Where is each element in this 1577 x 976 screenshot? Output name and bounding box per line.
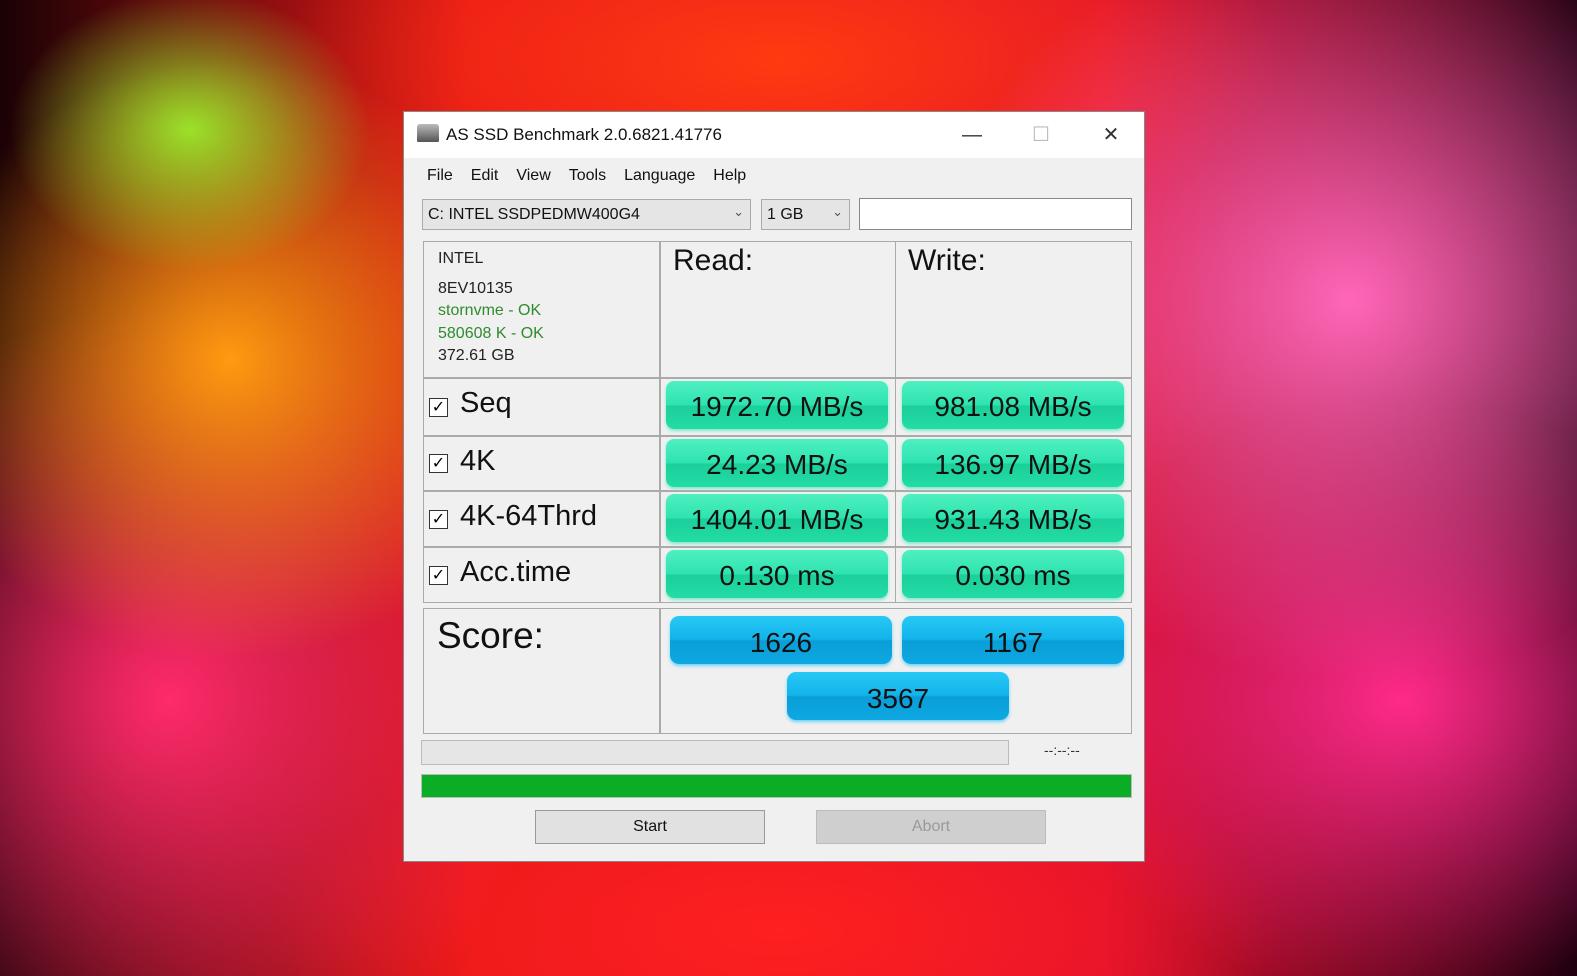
test-checkbox[interactable]: ✓ bbox=[429, 454, 448, 473]
drive-info-panel: INTEL 8EV10135 stornvme - OK 580608 K - … bbox=[423, 241, 660, 378]
chevron-down-icon: ⌄ bbox=[832, 204, 843, 219]
write-header-cell: Write: bbox=[895, 241, 1132, 378]
drive-capacity: 372.61 GB bbox=[438, 347, 515, 364]
overall-progress-fill bbox=[422, 775, 1131, 797]
test-checkbox[interactable]: ✓ bbox=[429, 565, 448, 585]
alignment-status: 580608 K - OK bbox=[438, 324, 544, 342]
menu-tools[interactable]: Tools bbox=[560, 158, 615, 193]
window-title: AS SSD Benchmark 2.0.6821.41776 bbox=[446, 125, 722, 144]
test-label: Acc.time bbox=[460, 556, 572, 588]
write-result: 931.43 MB/s bbox=[902, 494, 1124, 542]
read-score: 1626 bbox=[670, 616, 892, 664]
drive-vendor: INTEL bbox=[438, 250, 484, 267]
menu-file[interactable]: File bbox=[418, 158, 462, 193]
overall-progress-bar bbox=[421, 774, 1132, 798]
menu-view[interactable]: View bbox=[507, 158, 559, 193]
read-result: 24.23 MB/s bbox=[666, 439, 888, 487]
score-label: Score: bbox=[437, 615, 544, 656]
read-header-cell: Read: bbox=[660, 241, 896, 378]
drive-select[interactable]: C: INTEL SSDPEDMW400G4 ⌄ bbox=[422, 199, 751, 230]
close-button[interactable]: ✕ bbox=[1091, 120, 1131, 150]
write-result: 0.030 ms bbox=[902, 550, 1124, 598]
test-row-0: ✓ Seq bbox=[423, 378, 660, 436]
chevron-down-icon: ⌄ bbox=[733, 204, 744, 219]
test-label: 4K bbox=[460, 445, 496, 477]
elapsed-time: --:--:-- bbox=[1044, 742, 1080, 758]
test-checkbox[interactable]: ✓ bbox=[429, 397, 448, 417]
test-row-2: ✓ 4K-64Thrd bbox=[423, 491, 660, 547]
menu-language[interactable]: Language bbox=[615, 158, 704, 193]
write-score: 1167 bbox=[902, 616, 1124, 664]
size-select[interactable]: 1 GB ⌄ bbox=[761, 199, 850, 230]
read-result: 1972.70 MB/s bbox=[666, 381, 888, 429]
minimize-button[interactable]: — bbox=[952, 120, 992, 150]
read-header: Read: bbox=[673, 244, 754, 277]
drive-icon bbox=[417, 124, 439, 142]
write-result: 981.08 MB/s bbox=[902, 381, 1124, 429]
score-label-cell: Score: bbox=[423, 608, 660, 734]
size-select-value: 1 GB bbox=[767, 206, 804, 223]
maximize-button[interactable]: ☐ bbox=[1021, 120, 1061, 150]
as-ssd-window: AS SSD Benchmark 2.0.6821.41776 — ☐ ✕ Fi… bbox=[403, 111, 1145, 862]
drive-firmware: 8EV10135 bbox=[438, 279, 513, 297]
write-header: Write: bbox=[908, 244, 986, 277]
abort-button[interactable]: Abort bbox=[816, 810, 1046, 844]
start-button[interactable]: Start bbox=[535, 810, 765, 844]
menu-edit[interactable]: Edit bbox=[462, 158, 508, 193]
drive-select-value: C: INTEL SSDPEDMW400G4 bbox=[428, 206, 640, 223]
menu-bar: File Edit View Tools Language Help bbox=[404, 158, 1144, 193]
driver-status: stornvme - OK bbox=[438, 302, 542, 319]
test-row-3: ✓ Acc.time bbox=[423, 547, 660, 603]
write-result: 136.97 MB/s bbox=[902, 439, 1124, 487]
menu-help[interactable]: Help bbox=[704, 158, 755, 193]
current-progress-bar bbox=[421, 740, 1009, 765]
test-label: 4K-64Thrd bbox=[460, 500, 598, 532]
test-label: Seq bbox=[460, 387, 512, 419]
total-score: 3567 bbox=[787, 672, 1009, 720]
read-result: 0.130 ms bbox=[666, 550, 888, 598]
read-result: 1404.01 MB/s bbox=[666, 494, 888, 542]
test-checkbox[interactable]: ✓ bbox=[429, 509, 448, 529]
status-field[interactable] bbox=[859, 198, 1132, 230]
test-row-1: ✓ 4K bbox=[423, 436, 660, 491]
title-bar: AS SSD Benchmark 2.0.6821.41776 — ☐ ✕ bbox=[404, 112, 1144, 158]
